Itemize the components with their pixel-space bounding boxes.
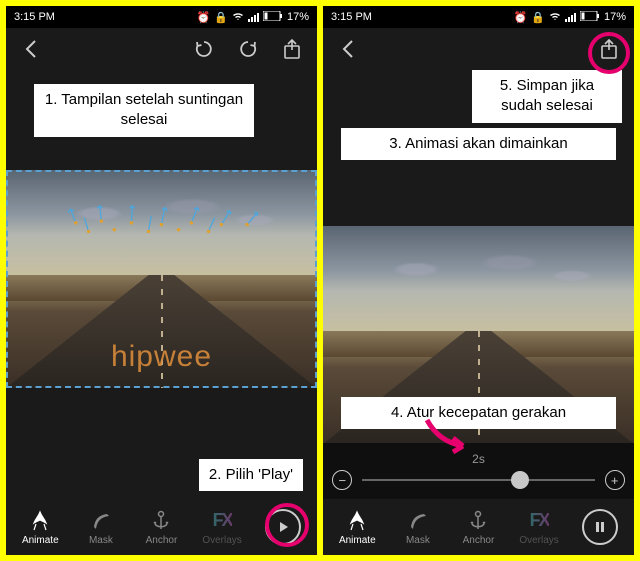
tab-label: Overlays (202, 535, 241, 546)
speed-slider[interactable] (362, 479, 594, 481)
animate-icon (28, 509, 52, 533)
portrait-lock-icon: 🔒 (214, 11, 228, 24)
mask-icon (89, 509, 113, 533)
tab-overlays[interactable]: FX Overlays (509, 509, 570, 546)
overlays-icon: FX (213, 509, 232, 533)
preview-image[interactable]: hipwee (6, 170, 317, 388)
tab-anchor[interactable]: Anchor (131, 509, 192, 546)
undo-button[interactable] (193, 38, 215, 60)
callout-1: 1. Tampilan setelah suntingan selesai (34, 84, 254, 137)
wifi-icon (549, 11, 561, 24)
phone-left: 3:15 PM ⏰ 🔒 17% 1. Tampilan (6, 6, 317, 555)
status-time: 3:15 PM (331, 11, 372, 23)
status-time: 3:15 PM (14, 11, 55, 23)
tab-label: Mask (89, 535, 113, 546)
speed-increase-button[interactable]: + (605, 470, 625, 490)
tab-mask[interactable]: Mask (71, 509, 132, 546)
phone-right: 3:15 PM ⏰ 🔒 17% 5. Simpan jika sudah sel… (323, 6, 634, 555)
pause-icon (582, 509, 618, 545)
mask-icon (406, 509, 430, 533)
back-button[interactable] (337, 38, 359, 60)
top-bar (323, 28, 634, 70)
bottom-tabs: Animate Mask Anchor FX Overlays (323, 499, 634, 555)
status-bar: 3:15 PM ⏰ 🔒 17% (6, 6, 317, 28)
tab-animate[interactable]: Animate (10, 509, 71, 546)
overlays-icon: FX (530, 509, 549, 533)
arrow-annotation (419, 416, 479, 461)
tab-mask[interactable]: Mask (388, 509, 449, 546)
alarm-icon: ⏰ (514, 11, 528, 24)
portrait-lock-icon: 🔒 (531, 11, 545, 24)
motion-arrows-overlay (37, 180, 286, 240)
top-bar (6, 28, 317, 70)
tab-overlays[interactable]: FX Overlays (192, 509, 253, 546)
share-button[interactable] (281, 38, 303, 60)
callout-5: 5. Simpan jika sudah selesai (472, 70, 622, 123)
signal-icon (565, 13, 576, 22)
anchor-icon (149, 509, 173, 533)
tab-label: Animate (339, 535, 376, 546)
tab-label: Overlays (519, 535, 558, 546)
tab-animate[interactable]: Animate (327, 509, 388, 546)
battery-icon (263, 11, 283, 24)
status-bar: 3:15 PM ⏰ 🔒 17% (323, 6, 634, 28)
tab-label: Anchor (463, 535, 495, 546)
animate-icon (345, 509, 369, 533)
alarm-icon: ⏰ (197, 11, 211, 24)
battery-icon (580, 11, 600, 24)
back-button[interactable] (20, 38, 42, 60)
bottom-tabs: Animate Mask Anchor FX Overlays (6, 499, 317, 555)
share-button[interactable] (598, 38, 620, 60)
redo-button[interactable] (237, 38, 259, 60)
pause-button[interactable] (569, 509, 630, 545)
tab-label: Anchor (146, 535, 178, 546)
callout-3: 3. Animasi akan dimainkan (341, 128, 616, 160)
battery-percent: 17% (287, 11, 309, 23)
signal-icon (248, 13, 259, 22)
speed-decrease-button[interactable]: − (332, 470, 352, 490)
anchor-icon (466, 509, 490, 533)
tab-anchor[interactable]: Anchor (448, 509, 509, 546)
wifi-icon (232, 11, 244, 24)
play-icon (265, 509, 301, 545)
play-button[interactable] (252, 509, 313, 545)
callout-2: 2. Pilih 'Play' (199, 459, 303, 491)
battery-percent: 17% (604, 11, 626, 23)
tab-label: Animate (22, 535, 59, 546)
slider-knob[interactable] (511, 471, 529, 489)
tab-label: Mask (406, 535, 430, 546)
watermark-text: hipwee (111, 340, 212, 374)
